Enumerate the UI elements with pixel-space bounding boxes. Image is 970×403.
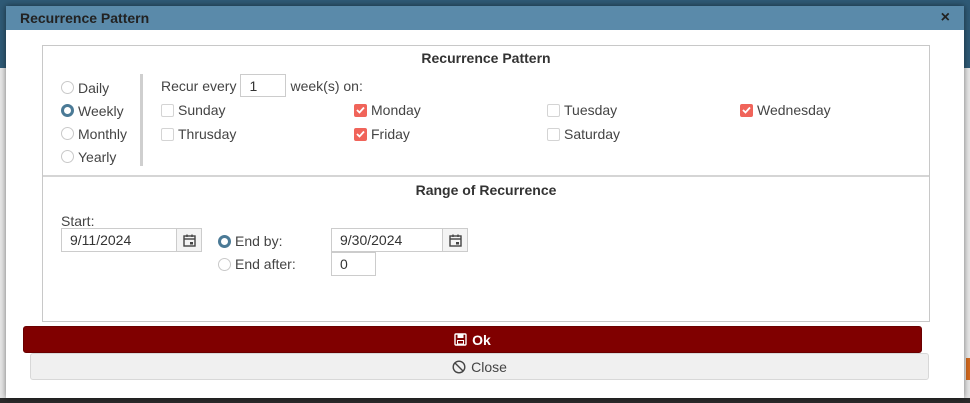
weekday-checkbox[interactable] — [354, 127, 367, 141]
weekday-checkbox[interactable] — [547, 103, 560, 117]
weekday-label: Sunday — [178, 102, 226, 118]
recur-unit-label: week(s) on: — [290, 77, 363, 94]
frequency-option-monthly[interactable]: Monthly — [61, 122, 127, 145]
end-after-count-input[interactable] — [331, 252, 376, 276]
end-by-label: End by: — [235, 233, 283, 249]
start-date-input[interactable]: 9/11/2024 — [61, 228, 177, 252]
weekday-label: Friday — [371, 126, 410, 142]
weekday-option-wednesday[interactable]: Wednesday — [740, 102, 921, 118]
weekday-option-saturday[interactable]: Saturday — [547, 126, 740, 142]
vertical-divider — [140, 74, 143, 166]
weekday-label: Thrusday — [178, 126, 237, 142]
modal-title: Recurrence Pattern — [20, 10, 150, 26]
check-icon — [356, 130, 365, 138]
weekday-label: Wednesday — [757, 102, 831, 118]
end-by-radio[interactable] — [218, 234, 231, 248]
weekday-checkbox[interactable] — [161, 103, 174, 117]
weekday-checkbox[interactable] — [547, 127, 560, 141]
weekday-checkbox[interactable] — [161, 127, 174, 141]
end-after-option[interactable]: End after: — [218, 256, 296, 272]
frequency-radio[interactable] — [61, 81, 74, 94]
weekday-option-friday[interactable]: Friday — [354, 126, 547, 142]
background-right-strip — [964, 68, 970, 403]
recur-interval-input[interactable] — [240, 74, 287, 97]
background-orange-tab — [966, 358, 970, 380]
frequency-option-weekly[interactable]: Weekly — [61, 99, 127, 122]
weekday-label: Tuesday — [564, 102, 618, 118]
recur-every-label: Recur every — [161, 77, 237, 94]
weekday-checkbox-grid: Sunday Monday Tuesday Wednesday Thrusday Frid… — [161, 102, 921, 142]
start-date-group: 9/11/2024 — [61, 228, 202, 252]
close-button[interactable]: Close — [30, 353, 929, 380]
frequency-radio[interactable] — [61, 104, 74, 117]
frequency-option-daily[interactable]: Daily — [61, 76, 127, 99]
frequency-option-yearly[interactable]: Yearly — [61, 145, 127, 168]
modal-header: Recurrence Pattern × — [6, 6, 964, 30]
recur-every-row: Recur every week(s) on: — [161, 74, 363, 97]
weekday-label: Saturday — [564, 126, 621, 142]
frequency-label: Weekly — [78, 102, 124, 119]
frequency-radio-group: Daily Weekly Monthly Yearly — [61, 76, 127, 168]
end-by-option[interactable]: End by: — [218, 233, 282, 249]
weekday-option-thrusday[interactable]: Thrusday — [161, 126, 354, 142]
end-by-date-input[interactable]: 9/30/2024 — [331, 228, 443, 252]
weekday-label: Monday — [371, 102, 421, 118]
recurrence-modal: Recurrence Pattern × Recurrence Pattern … — [6, 6, 964, 398]
calendar-icon[interactable] — [443, 228, 468, 252]
end-after-radio[interactable] — [218, 257, 231, 271]
frequency-radio[interactable] — [61, 127, 74, 140]
range-of-recurrence-section: Range of Recurrence Start: 9/11/2024 End… — [43, 177, 929, 357]
recurrence-pattern-section: Recurrence Pattern Daily Weekly Monthly Yea… — [43, 46, 929, 175]
pattern-section-title: Recurrence Pattern — [421, 50, 551, 66]
ok-button[interactable]: Ok — [23, 326, 922, 353]
weekday-option-tuesday[interactable]: Tuesday — [547, 102, 740, 118]
ban-icon — [452, 359, 466, 374]
frequency-label: Monthly — [78, 125, 128, 142]
close-button-label: Close — [471, 358, 507, 375]
ok-button-label: Ok — [472, 331, 491, 348]
start-label: Start: — [61, 213, 95, 229]
calendar-icon[interactable] — [177, 228, 202, 252]
weekday-option-monday[interactable]: Monday — [354, 102, 547, 118]
frequency-radio[interactable] — [61, 150, 74, 163]
background-bottom-bar — [0, 398, 970, 403]
check-icon — [742, 106, 751, 114]
frequency-label: Daily — [78, 79, 110, 96]
end-by-date-group: 9/30/2024 — [331, 228, 468, 252]
modal-body: Recurrence Pattern Daily Weekly Monthly Yea… — [42, 45, 930, 357]
range-section-title: Range of Recurrence — [415, 182, 557, 198]
save-icon — [454, 333, 467, 346]
end-after-label: End after: — [235, 256, 296, 272]
check-icon — [356, 106, 365, 114]
weekday-checkbox[interactable] — [354, 103, 367, 117]
weekday-option-sunday[interactable]: Sunday — [161, 102, 354, 118]
frequency-label: Yearly — [78, 148, 117, 165]
weekday-checkbox[interactable] — [740, 103, 753, 117]
close-icon[interactable]: × — [941, 10, 950, 26]
